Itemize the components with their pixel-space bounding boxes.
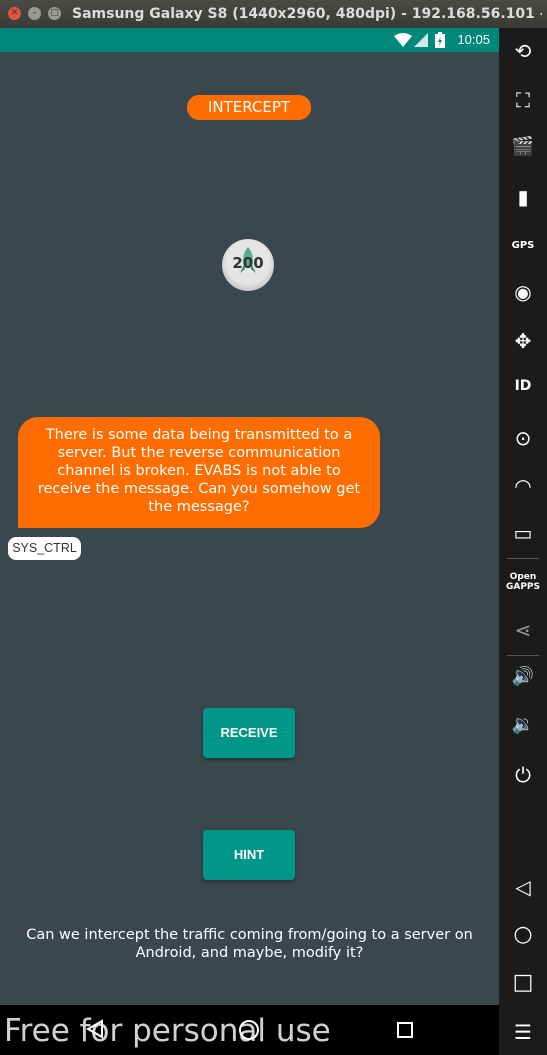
home-nav-icon[interactable]: ○ bbox=[499, 922, 547, 947]
page-title: INTERCEPT bbox=[187, 95, 311, 120]
watermark: Free for personal use bbox=[4, 1013, 331, 1049]
opengapps-icon[interactable]: Open GAPPS bbox=[499, 572, 547, 592]
disk-io-icon[interactable]: ⊙ bbox=[499, 426, 547, 450]
battery-icon bbox=[435, 32, 445, 48]
challenge-message: There is some data being transmitted to … bbox=[37, 427, 361, 515]
badge-number: 200 bbox=[232, 254, 264, 272]
minimize-icon[interactable]: – bbox=[28, 7, 41, 20]
app-screen: INTERCEPT 200 There is some data being t… bbox=[0, 52, 499, 1005]
recents-nav-icon[interactable]: □ bbox=[499, 970, 547, 995]
emulator-toolbar: ⟲ ⛶ 🎬 ▮ GPS ◉ ✥ ID ⊙ ◠ ▭ Open GAPPS ⋖ 🔊 … bbox=[499, 28, 547, 1055]
dpad-icon[interactable]: ✥ bbox=[499, 329, 547, 353]
network-icon[interactable]: ◠ bbox=[499, 474, 547, 498]
challenge-badge: 200 bbox=[222, 239, 274, 291]
rotate-icon[interactable]: ⟲ bbox=[499, 39, 547, 63]
capture-icon[interactable]: 🎬 bbox=[499, 136, 547, 157]
maximize-icon[interactable]: □ bbox=[48, 7, 61, 20]
pixel-perfect-icon[interactable]: ⛶ bbox=[499, 88, 547, 112]
window-title: Samsung Galaxy S8 (1440x2960, 480dpi) - … bbox=[72, 6, 542, 22]
toolbar-divider bbox=[507, 558, 539, 559]
volume-down-icon[interactable]: 🔉 bbox=[499, 714, 547, 735]
wifi-icon bbox=[394, 33, 412, 47]
challenge-description: Can we intercept the traffic coming from… bbox=[26, 927, 473, 961]
clock: 10:05 bbox=[457, 32, 490, 47]
cell-signal-icon bbox=[414, 33, 428, 47]
device-id-icon[interactable]: ID bbox=[499, 378, 547, 394]
power-icon[interactable]: ⏻ bbox=[499, 763, 547, 787]
share-icon[interactable]: ⋖ bbox=[499, 618, 547, 642]
sms-icon[interactable]: ▭ bbox=[499, 521, 547, 545]
menu-icon[interactable]: ☰ bbox=[499, 1020, 547, 1044]
window-titlebar: ✕ – □ Samsung Galaxy S8 (1440x2960, 480d… bbox=[0, 0, 547, 28]
hint-button[interactable]: HINT bbox=[203, 830, 295, 880]
battery-widget-icon[interactable]: ▮ bbox=[499, 185, 547, 209]
close-icon[interactable]: ✕ bbox=[8, 7, 21, 20]
webcam-icon[interactable]: ◉ bbox=[499, 280, 547, 304]
android-status-bar: 10:05 bbox=[0, 28, 499, 52]
challenge-message-bubble: There is some data being transmitted to … bbox=[18, 417, 380, 528]
volume-up-icon[interactable]: 🔊 bbox=[499, 666, 547, 687]
back-nav-icon[interactable]: ◁ bbox=[499, 875, 547, 899]
receive-button[interactable]: RECEIVE bbox=[203, 708, 295, 758]
recents-icon[interactable] bbox=[396, 1021, 414, 1039]
sender-tag: SYS_CTRL bbox=[8, 537, 81, 560]
toolbar-divider bbox=[507, 655, 539, 656]
gps-icon[interactable]: GPS bbox=[499, 240, 547, 251]
